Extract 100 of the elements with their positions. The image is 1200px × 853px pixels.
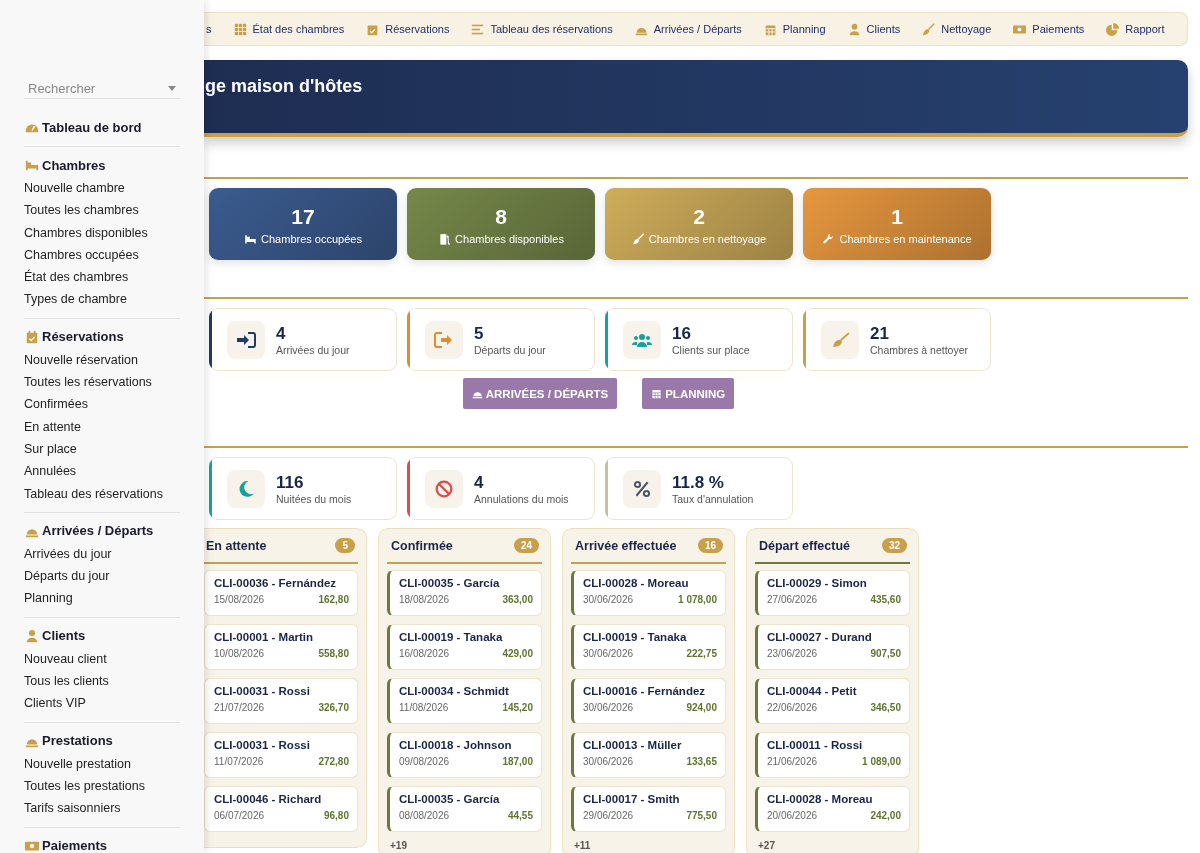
- sidebar-section-header[interactable]: Réservations: [24, 325, 180, 348]
- sidebar-item[interactable]: Nouvelle chambre: [24, 177, 180, 200]
- list-icon: [471, 22, 485, 36]
- client-name: CLI-00029 - Simon: [767, 577, 868, 589]
- date-text: 20/06/2026: [767, 810, 818, 821]
- nav-link[interactable]: Rapport: [1106, 22, 1165, 36]
- sidebar-item[interactable]: Nouvelle prestation: [24, 752, 180, 775]
- sidebar-item[interactable]: Types de chambre: [24, 288, 180, 311]
- reservation-card[interactable]: CLI-00001 - Martin 10/08/2026 558,80: [204, 624, 358, 670]
- date-text: 29/06/2026: [583, 810, 634, 821]
- sidebar-section-header[interactable]: Paiements: [24, 834, 180, 853]
- sidebar-item[interactable]: Nouveau client: [24, 647, 180, 671]
- sidebar-item[interactable]: Toutes les prestations: [24, 774, 180, 798]
- nav-link[interactable]: Planning: [763, 22, 826, 36]
- sidebar-section-header[interactable]: Clients: [24, 624, 180, 647]
- nav-link[interactable]: Clients: [847, 22, 901, 36]
- pie-icon: [1106, 22, 1120, 36]
- reservation-card[interactable]: CLI-00013 - Müller 30/06/2026 133,65: [571, 732, 726, 778]
- client-name: CLI-00044 - Petit: [767, 685, 858, 697]
- sidebar-section-header[interactable]: Chambres: [24, 154, 180, 176]
- reservation-card[interactable]: CLI-00028 - Moreau 30/06/2026 1 078,00: [571, 570, 726, 616]
- amount-text: 96,80: [323, 810, 349, 821]
- stat-value: 4: [276, 323, 287, 344]
- sidebar-item[interactable]: Tarifs saisonniers: [24, 797, 180, 820]
- sidebar-item[interactable]: Clients VIP: [24, 692, 180, 715]
- column-title: En attente: [206, 538, 267, 553]
- wrench-icon: [822, 232, 836, 245]
- sidebar-item[interactable]: En attente: [24, 415, 180, 438]
- nav-link[interactable]: s: [206, 23, 212, 35]
- sidebar-item[interactable]: Annulées: [24, 460, 180, 483]
- sidebar-item[interactable]: État des chambres: [24, 266, 180, 289]
- reservation-card[interactable]: CLI-00018 - Johnson 09/08/2026 187,00: [387, 732, 542, 778]
- client-name: CLI-00018 - Johnson: [399, 739, 513, 751]
- reservation-card[interactable]: CLI-00044 - Petit 22/06/2026 346,50: [755, 678, 910, 724]
- user-icon: [24, 628, 40, 643]
- reservation-card[interactable]: CLI-00019 - Tanaka 30/06/2026 222,75: [571, 624, 726, 670]
- action-button[interactable]: PLANNING: [642, 378, 735, 409]
- sidebar-item[interactable]: Planning: [24, 587, 180, 610]
- client-name: CLI-00001 - Martin: [214, 631, 315, 643]
- reservation-card[interactable]: CLI-00029 - Simon 27/06/2026 435,60: [755, 570, 910, 616]
- date-text: 18/08/2026: [399, 594, 450, 605]
- nav-link[interactable]: Réservations: [366, 22, 450, 36]
- door-icon: [438, 232, 452, 245]
- stat-label: Chambres en maintenance: [839, 232, 972, 245]
- more-count[interactable]: +19: [387, 840, 407, 851]
- client-name: CLI-00028 - Moreau: [583, 577, 690, 589]
- sidebar-item[interactable]: Nouvelle réservation: [24, 348, 180, 372]
- date-text: 30/06/2026: [583, 756, 634, 767]
- action-button[interactable]: ARRIVÉES / DÉPARTS: [462, 378, 618, 409]
- reservation-card[interactable]: CLI-00028 - Moreau 20/06/2026 242,00: [755, 786, 910, 832]
- reservation-card[interactable]: CLI-00035 - García 08/08/2026 44,55: [387, 786, 542, 832]
- sidebar-item[interactable]: Tableau des réservations: [24, 482, 180, 505]
- client-name: CLI-00031 - Rossi: [214, 685, 311, 697]
- reservation-card[interactable]: CLI-00016 - Fernández 30/06/2026 924,00: [571, 678, 726, 724]
- date-text: 16/08/2026: [399, 648, 450, 659]
- amount-text: 242,00: [870, 810, 901, 821]
- sidebar-item[interactable]: Arrivées du jour: [24, 542, 180, 566]
- nav-link[interactable]: Arrivées / Départs: [634, 22, 742, 36]
- date-text: 23/06/2026: [767, 648, 818, 659]
- sidebar-section-header[interactable]: Prestations: [24, 729, 180, 752]
- column-title: Confirmée: [391, 538, 453, 553]
- users-icon: [632, 331, 652, 348]
- search-field[interactable]: Rechercher: [24, 78, 180, 99]
- more-count[interactable]: +27: [755, 840, 775, 851]
- sidebar-item[interactable]: Départs du jour: [24, 565, 180, 588]
- sidebar-item[interactable]: Toutes les chambres: [24, 199, 180, 222]
- sidebar-item[interactable]: Toutes les réservations: [24, 371, 180, 394]
- sidebar-item[interactable]: Chambres occupées: [24, 243, 180, 267]
- amount-text: 326,70: [318, 702, 349, 713]
- more-count[interactable]: +11: [571, 840, 591, 851]
- reservation-card[interactable]: CLI-00046 - Richard 06/07/2026 96,80: [204, 786, 358, 832]
- reservation-card[interactable]: CLI-00031 - Rossi 11/07/2026 272,80: [204, 732, 358, 778]
- nav-link[interactable]: Nettoyage: [922, 22, 992, 36]
- sidebar-item[interactable]: Confirmées: [24, 393, 180, 416]
- date-text: 21/07/2026: [214, 702, 265, 713]
- client-name: CLI-00035 - García: [399, 577, 501, 589]
- date-text: 22/06/2026: [767, 702, 818, 713]
- date-text: 27/06/2026: [767, 594, 818, 605]
- reservation-card[interactable]: CLI-00034 - Schmidt 11/08/2026 145,20: [387, 678, 542, 724]
- nav-link[interactable]: Paiements: [1013, 22, 1085, 36]
- amount-text: 775,50: [686, 810, 717, 821]
- moon-icon: [237, 479, 255, 498]
- stat-label: Chambres occupées: [261, 232, 362, 245]
- cal-icon: [366, 22, 380, 36]
- reservation-card[interactable]: CLI-00027 - Durand 23/06/2026 907,50: [755, 624, 910, 670]
- sidebar-item[interactable]: Chambres disponibles: [24, 221, 180, 244]
- reservation-card[interactable]: CLI-00019 - Tanaka 16/08/2026 429,00: [387, 624, 542, 670]
- nav-link[interactable]: État des chambres: [233, 22, 345, 36]
- sidebar-item[interactable]: Sur place: [24, 437, 180, 461]
- reservation-card[interactable]: CLI-00035 - García 18/08/2026 363,00: [387, 570, 542, 616]
- reservation-card[interactable]: CLI-00017 - Smith 29/06/2026 775,50: [571, 786, 726, 832]
- reservation-card[interactable]: CLI-00031 - Rossi 21/07/2026 326,70: [204, 678, 358, 724]
- stat-value: 1: [891, 203, 903, 230]
- bed-icon: [244, 232, 258, 245]
- sidebar-item[interactable]: Tous les clients: [24, 670, 180, 693]
- nav-link[interactable]: Tableau des réservations: [471, 22, 613, 36]
- sidebar-section-header[interactable]: Arrivées / Départs: [24, 519, 180, 542]
- reservation-card[interactable]: CLI-00011 - Rossi 21/06/2026 1 089,00: [755, 732, 910, 778]
- sidebar-section-header[interactable]: Tableau de bord: [24, 116, 180, 138]
- reservation-card[interactable]: CLI-00036 - Fernández 15/08/2026 162,80: [204, 570, 358, 616]
